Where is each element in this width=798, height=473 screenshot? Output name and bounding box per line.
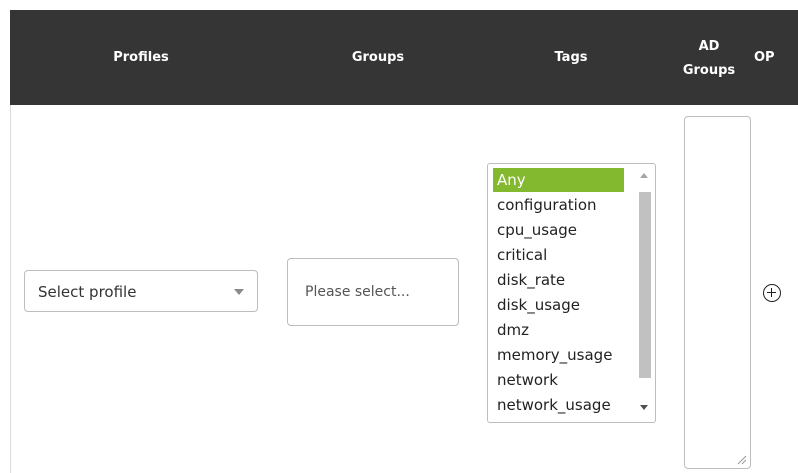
tags-scrollbar-thumb[interactable]: [639, 192, 651, 378]
table-left-border: [10, 105, 11, 473]
header-groups: Groups: [351, 49, 405, 65]
plus-circle-icon[interactable]: [763, 284, 781, 302]
header-ad-groups-line1: AD: [698, 39, 720, 54]
tag-option-cpu-usage[interactable]: cpu_usage: [493, 218, 624, 242]
scroll-down-arrow-icon[interactable]: [640, 405, 648, 410]
table-header: Profiles Groups Tags AD Groups OP: [10, 10, 798, 105]
chevron-down-icon: [234, 289, 244, 295]
tags-scrollbar[interactable]: [636, 166, 654, 419]
resize-grip-icon[interactable]: [737, 455, 747, 465]
tag-option-critical[interactable]: critical: [493, 243, 624, 267]
tag-option-disk-usage[interactable]: disk_usage: [493, 293, 624, 317]
header-ad-groups: AD Groups: [672, 32, 746, 86]
tag-option-disk-rate[interactable]: disk_rate: [493, 268, 624, 292]
header-ad-groups-line2: Groups: [682, 63, 736, 78]
tag-option-memory-usage[interactable]: memory_usage: [493, 343, 624, 367]
scroll-up-arrow-icon[interactable]: [640, 173, 648, 178]
header-op: OP: [754, 49, 775, 65]
groups-select-placeholder: Please select...: [305, 284, 410, 300]
header-profiles: Profiles: [113, 49, 169, 65]
tag-option-network[interactable]: network: [493, 368, 624, 392]
tag-option-configuration[interactable]: configuration: [493, 193, 624, 217]
tags-listbox[interactable]: Any configuration cpu_usage critical dis…: [487, 163, 656, 423]
ad-groups-textarea[interactable]: [684, 116, 751, 469]
tag-option-any[interactable]: Any: [493, 168, 624, 192]
header-tags: Tags: [554, 49, 588, 65]
profile-select-value: Select profile: [38, 283, 137, 301]
tag-option-network-usage[interactable]: network_usage: [493, 393, 624, 417]
profile-select[interactable]: Select profile: [24, 270, 258, 312]
tag-option-dmz[interactable]: dmz: [493, 318, 624, 342]
groups-select[interactable]: Please select...: [287, 258, 459, 326]
